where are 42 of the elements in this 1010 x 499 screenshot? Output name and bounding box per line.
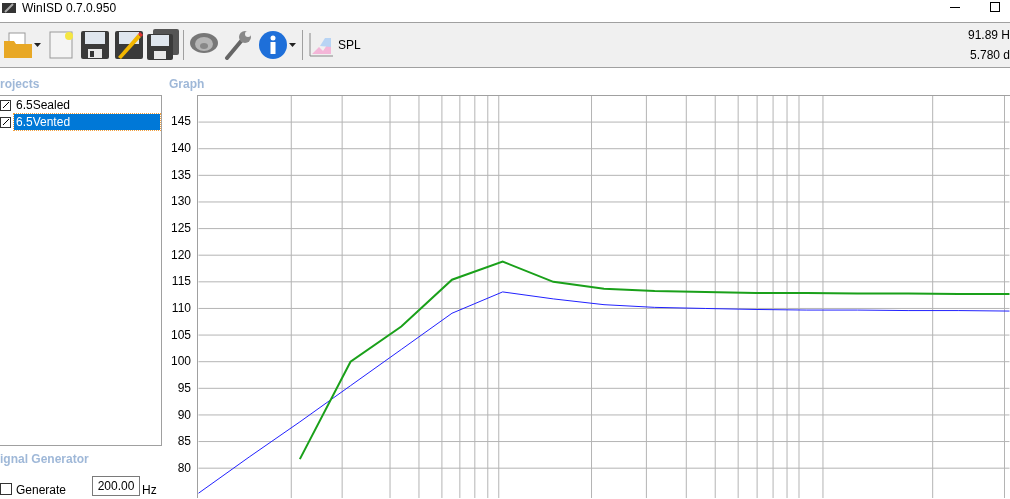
axis-tick-label: 115 (171, 274, 191, 289)
axis-tick-label: 85 (177, 434, 191, 449)
axis-tick-label: 145 (170, 114, 191, 129)
maximize-icon[interactable] (990, 2, 1000, 12)
checkbox-label: Generate (16, 482, 67, 499)
reading-text: 5.780 d (969, 47, 1010, 63)
axis-tick-label: 120 (170, 247, 191, 262)
axis-tick-label: 135 (170, 167, 191, 182)
wrench-icon (224, 30, 252, 60)
panel-heading: Graph (168, 76, 206, 93)
panel-heading: ignal Generator (0, 450, 90, 468)
save-all-button[interactable] (146, 27, 180, 63)
checkbox[interactable] (0, 116, 11, 128)
list-item[interactable]: 6.5Sealed (14, 97, 160, 113)
panel-heading: rojects (0, 76, 41, 93)
axis-tick-label: 105 (170, 327, 191, 342)
spl-button[interactable]: SPL (306, 27, 363, 63)
axis-tick-label: 80 (177, 461, 191, 476)
axis-tick-label: 90 (177, 407, 191, 422)
checkbox[interactable] (0, 483, 12, 495)
axis-tick-label: 130 (170, 194, 191, 209)
document-icon (48, 30, 74, 60)
unit-text: Hz (142, 482, 157, 499)
axis-tick-label: 140 (170, 140, 191, 155)
info-icon (258, 30, 288, 60)
folder-icon (3, 31, 33, 59)
frequency-field[interactable]: 200.00 (92, 476, 141, 496)
floppy-icon (80, 30, 110, 60)
reading-text: 91.89 H (967, 27, 1010, 43)
axis-tick-label: 95 (177, 381, 191, 396)
caret-icon (34, 43, 41, 47)
floppy-pencil-icon (114, 30, 144, 60)
axis-tick-label: 100 (170, 354, 191, 369)
app-icon (2, 3, 16, 13)
chart-icon (308, 32, 334, 58)
axis-tick-label: 125 (170, 220, 191, 235)
list-item[interactable]: 6.5Vented (14, 114, 160, 130)
floppies-icon (147, 29, 179, 61)
caret-icon (289, 43, 296, 47)
axis-tick-label: 110 (171, 300, 191, 315)
checkbox[interactable] (0, 99, 11, 111)
window-title: WinISD 0.7.0.950 (22, 1, 117, 15)
